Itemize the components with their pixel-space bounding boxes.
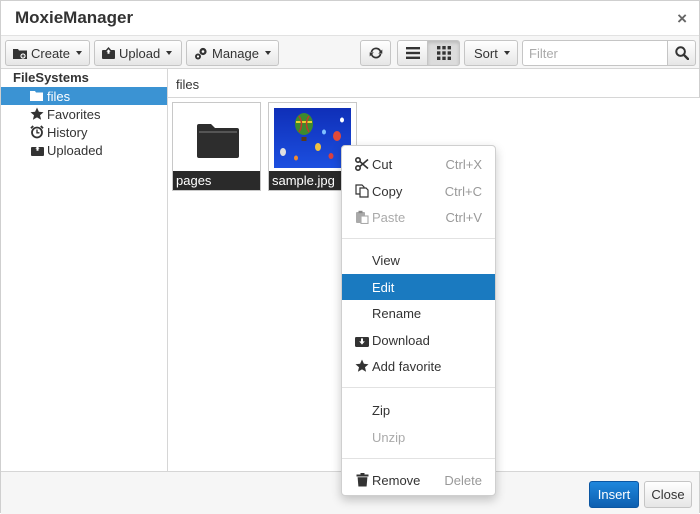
grid-icon [436,46,451,60]
shortcut: Ctrl+V [445,210,482,225]
sidebar-item-label: Uploaded [47,142,103,158]
sidebar-item-files[interactable]: files [1,87,167,105]
sort-button[interactable]: Sort [464,40,518,66]
search-icon [674,46,689,60]
menu-divider [342,387,495,388]
scissors-icon [355,157,369,171]
gears-icon [194,47,208,60]
manage-button[interactable]: Manage [186,40,279,66]
chevron-down-icon [264,51,271,55]
file-name: pages [173,171,260,190]
shortcut: Delete [444,473,482,488]
current-path[interactable]: files [176,77,199,92]
sidebar-item-favorites[interactable]: Favorites [1,105,167,123]
file-tile-pages[interactable]: pages [172,102,261,191]
upload-button[interactable]: Upload [94,40,182,66]
shortcut: Ctrl+X [445,157,482,172]
list-view-button[interactable] [397,40,428,66]
trash-icon [355,473,369,487]
manage-label: Manage [212,45,259,61]
create-folder-icon [13,47,27,59]
download-icon [355,333,369,347]
menu-item-rename[interactable]: Rename [342,300,495,326]
menu-divider [342,238,495,239]
create-label: Create [31,45,71,61]
menu-item-label: Rename [372,305,422,321]
menu-item-label: View [372,252,400,268]
folder-open-icon [30,89,44,103]
list-icon [405,47,420,59]
filesystems-title: FileSystems [13,70,89,85]
upload-box-icon [30,143,44,157]
menu-item-label: Paste [372,209,406,225]
menu-item-view[interactable]: View [342,247,495,273]
menu-item-copy[interactable]: Copy Ctrl+C [342,178,495,204]
upload-label: Upload [119,45,161,61]
title-bar: MoxieManager × [1,1,699,35]
menu-item-unzip[interactable]: Unzip [342,424,495,450]
alarm-clock-icon [30,125,44,139]
menu-item-edit[interactable]: Edit [342,274,495,300]
breadcrumb: files [168,69,700,98]
sidebar-item-label: Favorites [47,106,101,122]
sidebar-item-label: History [47,124,88,140]
thumbnail-view-button[interactable] [427,40,460,66]
menu-item-add-favorite[interactable]: Add favorite [342,353,495,379]
menu-item-label: Remove [372,472,421,488]
shortcut: Ctrl+C [444,184,482,199]
insert-button[interactable]: Insert [589,481,639,508]
sidebar-item-uploaded[interactable]: Uploaded [1,141,167,159]
chevron-down-icon [166,51,173,55]
sidebar-item-label: files [47,88,71,104]
create-button[interactable]: Create [5,40,90,66]
menu-item-download[interactable]: Download [342,327,495,353]
filter-input[interactable] [522,40,668,66]
menu-item-cut[interactable]: Cut Ctrl+X [342,151,495,177]
menu-item-remove[interactable]: Remove Delete [342,467,495,493]
menu-divider [342,458,495,459]
paste-icon [355,210,369,224]
context-menu: Cut Ctrl+X Copy Ctrl+C Paste Ctrl+V View… [341,145,496,496]
menu-item-paste[interactable]: Paste Ctrl+V [342,204,495,230]
menu-item-label: Edit [372,279,395,295]
chevron-down-icon [76,51,83,55]
close-button[interactable]: Close [644,481,692,508]
menu-item-label: Unzip [372,429,406,445]
sort-label: Sort [474,45,498,61]
copy-icon [355,184,369,198]
chevron-down-icon [503,51,510,55]
sidebar-item-history[interactable]: History [1,123,167,141]
refresh-icon [369,46,383,60]
menu-item-label: Zip [372,402,391,418]
close-icon[interactable]: × [677,10,687,27]
filesystems-sidebar: FileSystems files Favorites History Uplo… [1,69,168,471]
balloon-image-thumbnail [274,108,351,168]
menu-item-zip[interactable]: Zip [342,397,495,423]
folder-icon [197,124,239,158]
dialog-title: MoxieManager [15,8,134,27]
menu-item-label: Add favorite [372,358,442,374]
star-icon [30,107,44,121]
toolbar: Create Upload Manage Sort Filter [1,35,699,69]
star-icon [355,359,369,373]
refresh-button[interactable] [360,40,391,66]
menu-item-label: Download [372,332,430,348]
search-button[interactable] [667,40,696,66]
upload-icon [102,47,115,59]
menu-item-label: Cut [372,156,393,172]
menu-item-label: Copy [372,183,403,199]
